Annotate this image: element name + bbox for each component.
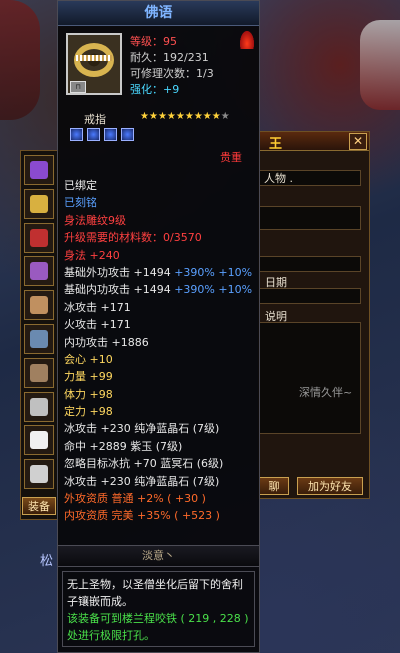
equipment-slot[interactable] (24, 459, 54, 490)
attribute-list: 已绑定 已刻铭 身法雕纹9级 升级需要的材料数：0/3570 身法 +240 基础… (64, 177, 258, 525)
equipment-tab[interactable]: 装备 (22, 497, 56, 515)
engraved-status: 已刻铭 (64, 196, 97, 210)
dialog-field[interactable] (259, 256, 361, 272)
star-icon: ★ (202, 111, 212, 122)
equipment-strip: 装备 (20, 150, 60, 520)
background-label: 松 (40, 554, 54, 569)
item-name: 佛语 (144, 5, 173, 21)
item-repair-count: 可修理次数：1/3 (130, 67, 214, 80)
attribute-line: 会心 +10 (64, 352, 113, 366)
date-label: 日期 (265, 276, 287, 289)
equipment-item-icon (30, 262, 48, 281)
dialog-field[interactable] (259, 288, 361, 304)
dialog-field[interactable] (259, 206, 361, 230)
attribute-line: 冰攻击 +230 纯净蓝晶石 (7级) (64, 422, 220, 436)
close-icon[interactable]: ✕ (349, 133, 367, 150)
dialog-name-field[interactable]: 人物 . (259, 170, 361, 186)
gem-socket-icon (121, 128, 134, 141)
engraving-level: 身法雕纹9级 (64, 213, 126, 227)
attribute-line: 身法 +240 (64, 248, 120, 262)
dialog-text-area[interactable] (259, 322, 361, 434)
equipment-slot[interactable] (24, 188, 54, 219)
star-icon: ★ (184, 111, 194, 122)
equipment-item-icon (30, 397, 48, 416)
player-info-dialog: 王 ✕ 人物 . 日期 说明 深情久伴~ 聊 加为好友 (258, 131, 370, 499)
flame-icon (240, 31, 254, 49)
dialog-title: 王 (269, 137, 283, 152)
item-description: 无上圣物，以圣僧坐化后留下的舍利子镶嵌而成。 (67, 578, 243, 608)
background-character (360, 20, 400, 110)
dialog-header: 王 ✕ (259, 132, 369, 152)
attribute-line: 基础内功攻击 +1494 +390% +10% (64, 283, 253, 297)
gem-socket-icon (104, 128, 117, 141)
equipment-slot[interactable] (24, 256, 54, 287)
background-character (0, 0, 40, 120)
star-icon: ★ (166, 111, 176, 122)
item-strengthen: 强化：+9 (130, 83, 180, 96)
attribute-line: 命中 +2889 紫玉 (7级) (64, 439, 183, 453)
attribute-line: 基础外功攻击 +1494 +390% +10% (64, 265, 253, 279)
item-durability: 耐久：192/231 (130, 51, 209, 64)
attribute-line: 体力 +98 (64, 387, 113, 401)
star-icon: ★ (148, 111, 158, 122)
attribute-line: 力量 +99 (64, 370, 113, 384)
item-type: 戒指 (84, 113, 106, 126)
equipment-item-icon (30, 431, 48, 450)
equipment-item-icon (30, 228, 48, 247)
description-box: 无上圣物，以圣僧坐化后留下的舍利子镶嵌而成。 该装备可到楼兰程咬铁 ( 219 … (62, 571, 255, 647)
item-icon-frame: ⊓ (66, 33, 122, 95)
star-icon: ★ (193, 111, 203, 122)
star-icon: ★ (140, 111, 149, 122)
equipment-item-icon (30, 161, 48, 179)
attribute-line: 忽略目标冰抗 +70 蓝冥石 (6级) (64, 457, 224, 471)
equipment-slot[interactable] (24, 222, 54, 253)
equipment-slot[interactable] (24, 324, 54, 354)
item-hint: 该装备可到楼兰程咬铁 ( 219 , 228 ) 处进行极限打孔。 (67, 612, 249, 642)
attribute-line: 冰攻击 +171 (64, 300, 131, 314)
item-tooltip: 佛语 ⊓ 等级：95 耐久：192/231 可修理次数：1/3 强化：+9 戒指… (57, 0, 260, 653)
equipment-slot[interactable] (24, 391, 54, 422)
attribute-line: 内攻资质 完美 +35% ( +523 ) (64, 509, 220, 523)
attribute-line: 内功攻击 +1886 (64, 335, 149, 349)
bound-status: 已绑定 (64, 179, 97, 192)
ring-band (76, 55, 112, 61)
dialog-signature-text: 深情久伴~ (299, 386, 353, 399)
equipment-item-icon (30, 363, 48, 382)
equipment-item-icon (30, 330, 48, 348)
gem-socket-icon (87, 128, 100, 141)
lock-icon: ⊓ (70, 81, 86, 93)
upgrade-requirement: 升级需要的材料数：0/3570 (64, 231, 202, 245)
equipment-item-icon (30, 296, 48, 315)
item-level: 等级：95 (130, 35, 177, 48)
equipment-slot[interactable] (24, 357, 54, 388)
star-icon: ★ (157, 111, 167, 122)
star-icon: ★ (175, 111, 185, 122)
star-rating: ★★★★★★★★★★ (140, 111, 230, 122)
gem-socket-icon (70, 128, 83, 141)
equipment-slot[interactable] (24, 155, 54, 185)
chat-button[interactable]: 聊 (259, 477, 289, 495)
item-rarity: 贵重 (220, 151, 242, 164)
equipment-item-icon (30, 194, 48, 213)
tooltip-title-bar: 佛语 (58, 1, 259, 26)
attribute-line: 外攻资质 普通 +2% ( +30 ) (64, 492, 206, 506)
equipment-item-icon (30, 465, 48, 484)
attribute-line: 火攻击 +171 (64, 318, 131, 332)
add-friend-button[interactable]: 加为好友 (297, 477, 363, 495)
attribute-line: 冰攻击 +230 纯净蓝晶石 (7级) (64, 474, 220, 488)
star-icon: ★ (220, 111, 230, 122)
section-title: 淡意丶 (58, 545, 259, 567)
star-icon: ★ (211, 111, 221, 122)
equipment-slot[interactable] (24, 425, 54, 456)
attribute-line: 定力 +98 (64, 405, 113, 419)
equipment-slot[interactable] (24, 290, 54, 321)
